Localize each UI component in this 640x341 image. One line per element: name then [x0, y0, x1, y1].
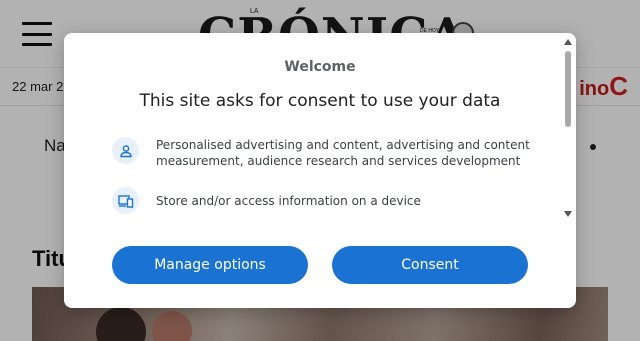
scrollbar-thumb[interactable]: [565, 51, 571, 127]
dialog-scrollbar[interactable]: [560, 33, 576, 223]
scroll-up-arrow-icon[interactable]: [564, 39, 572, 45]
person-icon: [112, 137, 139, 164]
devices-icon: [112, 187, 139, 214]
welcome-heading: Welcome: [284, 59, 356, 75]
scroll-down-arrow-icon[interactable]: [564, 211, 572, 217]
consent-button[interactable]: Consent: [332, 246, 528, 284]
manage-options-button[interactable]: Manage options: [112, 246, 308, 284]
purpose-text: Personalised advertising and content, ad…: [156, 138, 530, 168]
consent-scroll-area[interactable]: Welcome This site asks for consent to us…: [64, 33, 560, 223]
consent-title: This site asks for consent to use your d…: [139, 91, 501, 111]
consent-dialog: Welcome This site asks for consent to us…: [64, 33, 576, 308]
purpose-text: Store and/or access information on a dev…: [156, 194, 421, 208]
